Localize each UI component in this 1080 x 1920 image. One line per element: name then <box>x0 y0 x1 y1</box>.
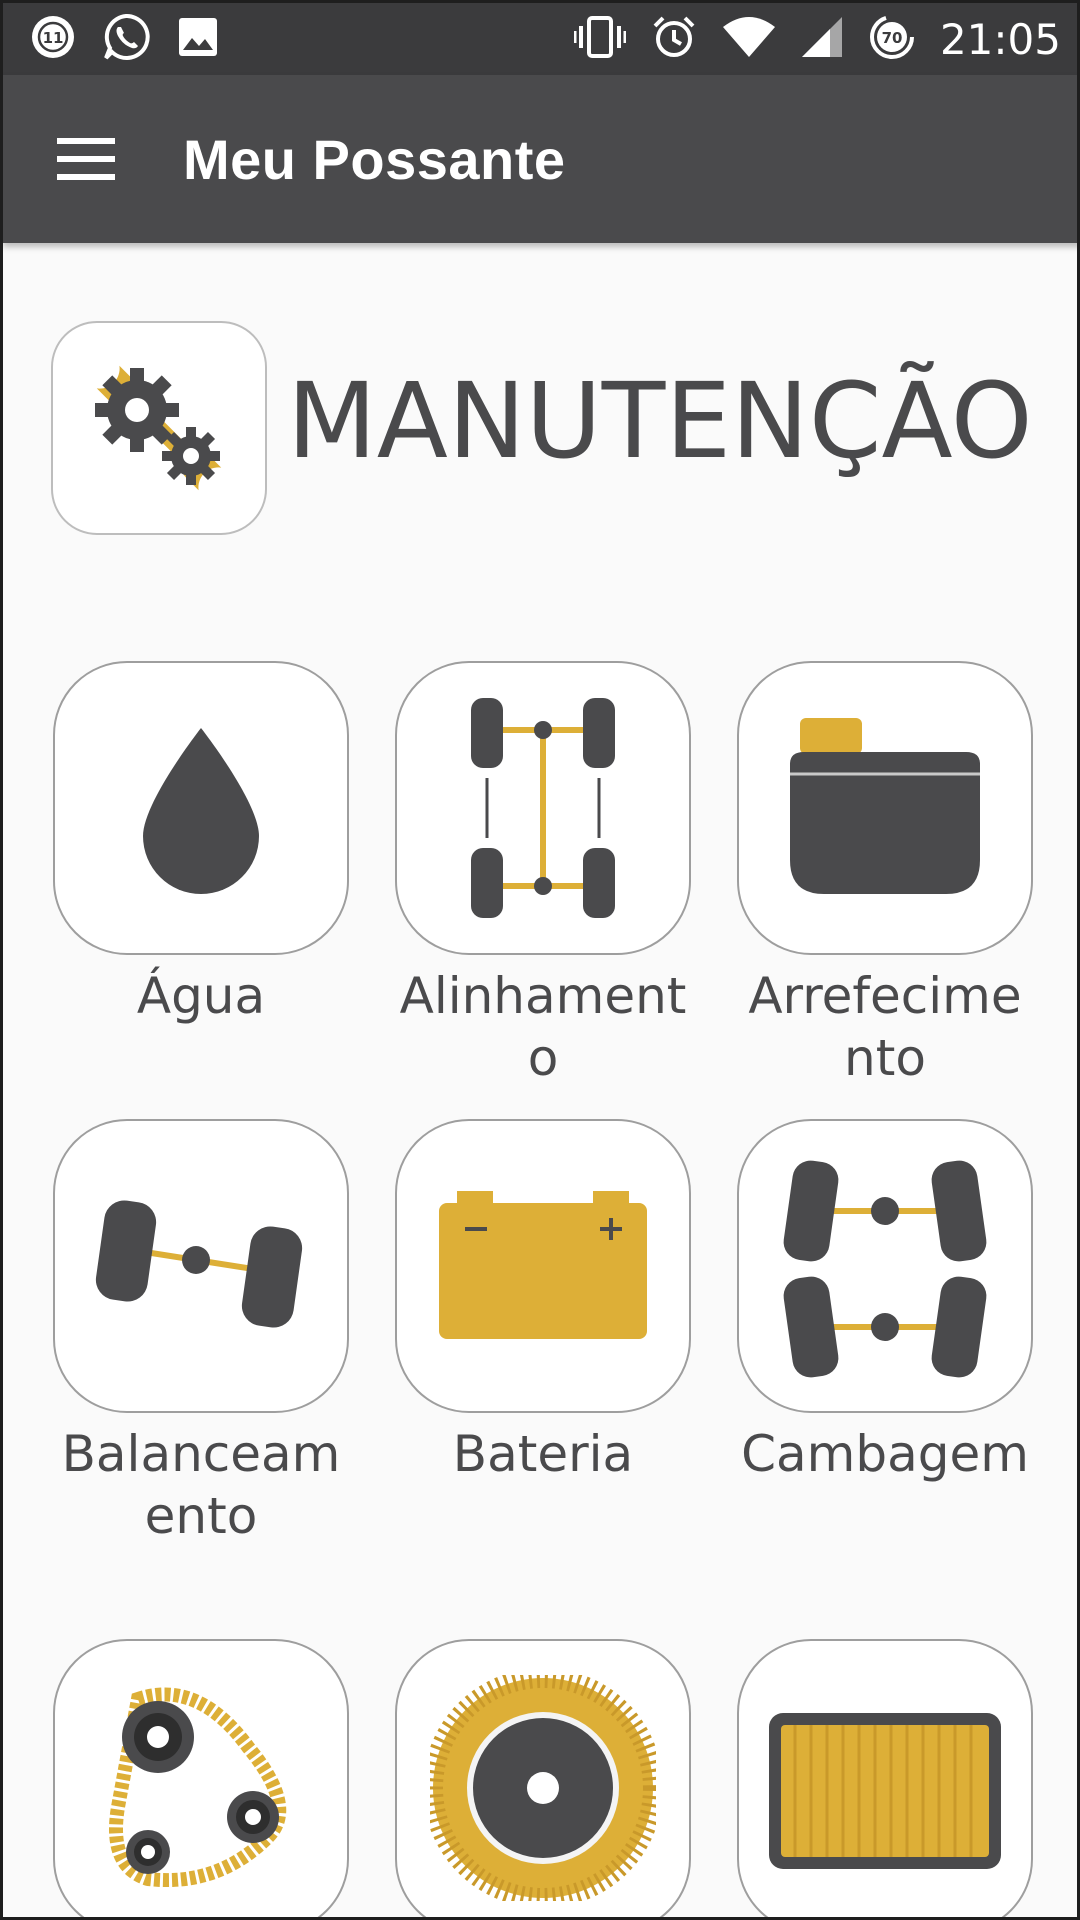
status-time: 21:05 <box>939 14 1061 64</box>
tile-icon-box[interactable] <box>53 661 349 955</box>
tile-label: Balanceamento <box>61 1425 341 1545</box>
grid-item-correia[interactable] <box>53 1639 349 1917</box>
whatsapp-icon <box>101 12 151 66</box>
brake-disc-icon <box>430 1675 656 1901</box>
status-bar: 11 70 21:05 <box>3 3 1077 75</box>
grid-item-filtro[interactable] <box>737 1639 1033 1917</box>
app-bar: Meu Possante <box>3 75 1077 243</box>
section-title: MANUTENÇÃO <box>287 360 1033 482</box>
app-screen: 11 70 21:05 Meu Possante MANUTENÇÃO Água… <box>0 0 1080 1920</box>
tile-label: Água <box>136 967 266 1025</box>
tile-icon-box[interactable] <box>737 661 1033 955</box>
camber-icon <box>783 1160 987 1378</box>
tile-icon-box[interactable] <box>395 661 691 955</box>
tile-icon-box[interactable] <box>737 1119 1033 1413</box>
notification-count: 11 <box>43 29 64 47</box>
battery-saver-icon: 70 <box>868 13 916 65</box>
tile-label: Cambagem <box>741 1425 1029 1483</box>
grid-item-agua[interactable]: Água <box>53 661 349 1027</box>
tile-label: Arrefecimento <box>748 967 1022 1087</box>
grid-item-cambagem[interactable]: Cambagem <box>737 1119 1033 1485</box>
air-filter-icon <box>769 1713 1001 1869</box>
maintenance-section-icon <box>51 321 267 535</box>
wheel-balancing-icon <box>95 1200 303 1328</box>
battery-level: 70 <box>882 29 903 47</box>
timing-belt-icon <box>109 1687 287 1887</box>
tile-icon-box[interactable] <box>53 1119 349 1413</box>
notification-count-icon: 11 <box>29 13 77 65</box>
hamburger-menu-icon <box>57 138 115 180</box>
grid-item-freio[interactable] <box>395 1639 691 1917</box>
signal-icon <box>800 15 844 63</box>
tile-label: Bateria <box>452 1425 634 1483</box>
menu-button[interactable] <box>41 119 131 199</box>
grid-item-bateria[interactable]: Bateria <box>395 1119 691 1485</box>
grid-item-arrefecimento[interactable]: Arrefecimento <box>737 661 1033 1089</box>
vibrate-icon <box>573 14 627 64</box>
tile-icon-box[interactable] <box>737 1639 1033 1917</box>
grid-item-alinhamento[interactable]: Alinhamento <box>395 661 691 1089</box>
gears-wrench-icon <box>95 365 222 491</box>
image-icon <box>175 14 221 64</box>
grid-item-balanceamento[interactable]: Balanceamento <box>53 1119 349 1547</box>
status-right-icons: 70 21:05 <box>573 3 1061 75</box>
app-title: Meu Possante <box>183 128 566 191</box>
water-drop-icon <box>143 728 259 894</box>
coolant-reservoir-icon <box>790 718 980 894</box>
tile-icon-box[interactable] <box>395 1119 691 1413</box>
wifi-icon <box>722 15 776 63</box>
car-battery-icon <box>439 1191 647 1339</box>
alarm-icon <box>650 13 698 65</box>
wheel-alignment-icon <box>471 698 615 918</box>
status-left-icons: 11 <box>29 3 245 75</box>
tile-icon-box[interactable] <box>53 1639 349 1917</box>
tile-icon-box[interactable] <box>395 1639 691 1917</box>
tile-label: Alinhamento <box>399 967 687 1087</box>
